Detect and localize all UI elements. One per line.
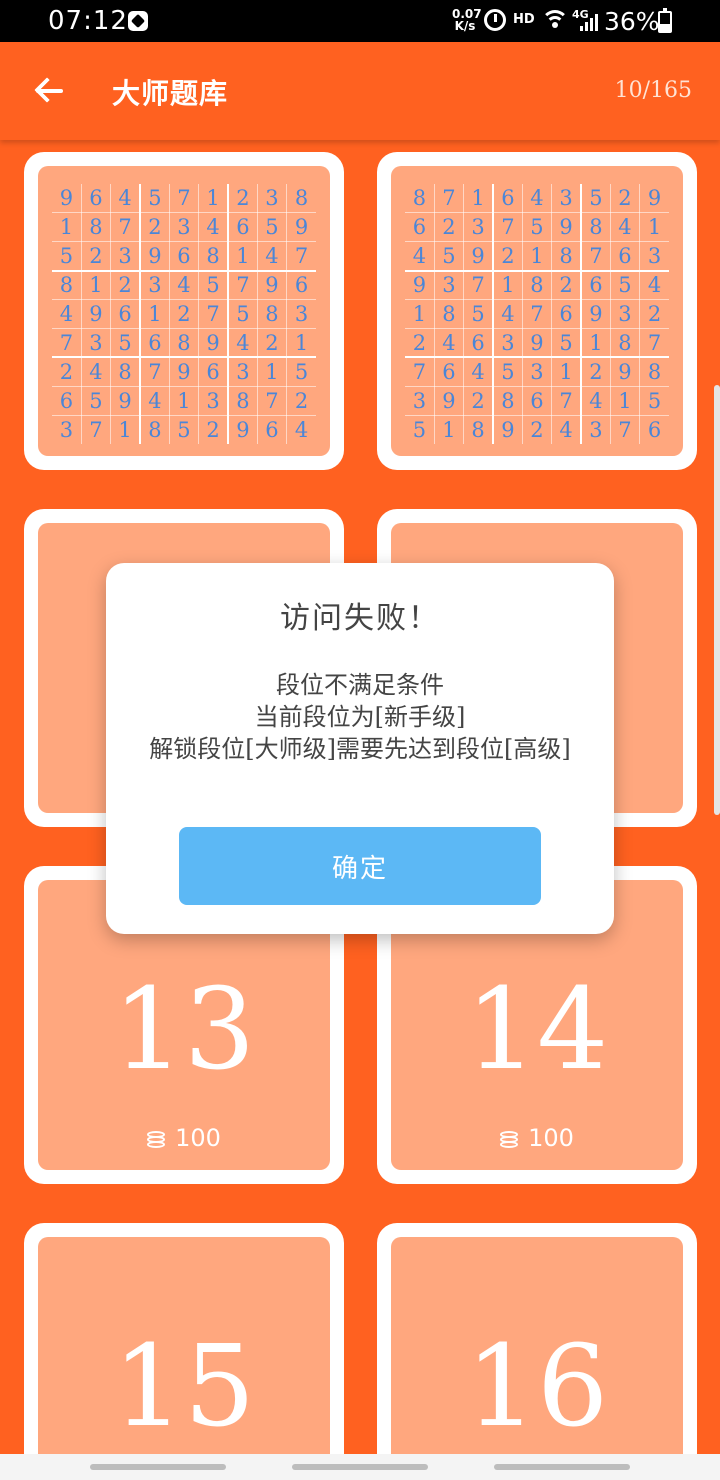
access-failed-dialog: 访问失败！ 段位不满足条件 当前段位为[新手级] 解锁段位[大师级]需要先达到段… [106, 563, 614, 934]
confirm-button[interactable]: 确定 [179, 827, 541, 905]
dialog-title: 访问失败！ [280, 601, 440, 636]
dialog-message: 段位不满足条件 当前段位为[新手级] 解锁段位[大师级]需要先达到段位[高级] [142, 669, 578, 765]
dialog-line-1: 段位不满足条件 [276, 671, 444, 699]
dialog-line-3: 解锁段位[大师级]需要先达到段位[高级] [149, 735, 571, 763]
dialog-line-2: 当前段位为[新手级] [254, 703, 466, 731]
